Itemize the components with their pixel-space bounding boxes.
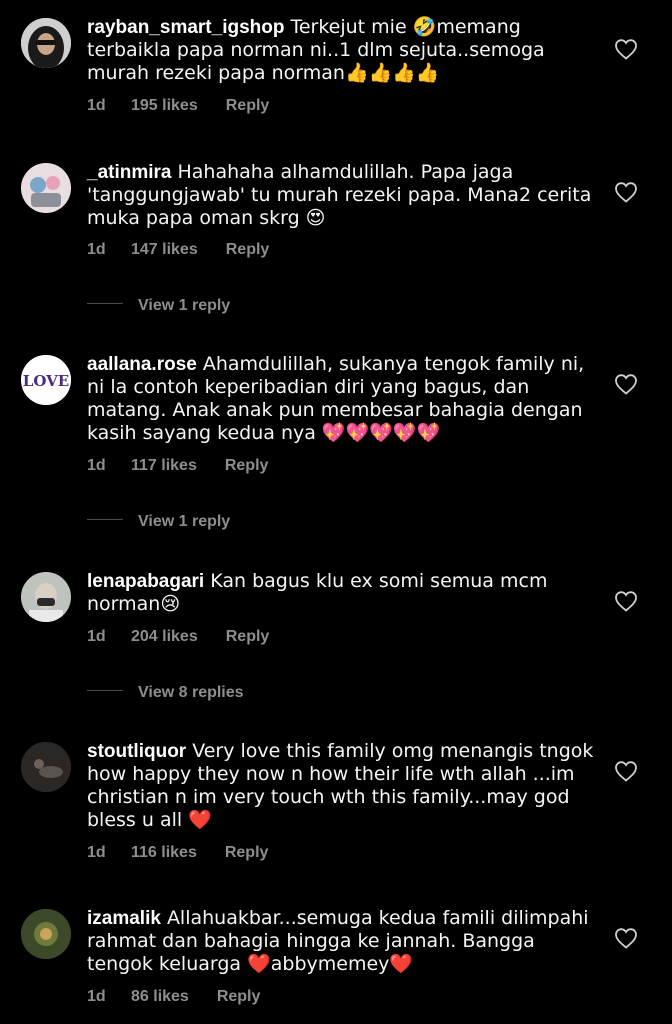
likes-count[interactable]: 204 likes (131, 628, 198, 646)
like-heart-icon[interactable] (614, 927, 638, 949)
dark-photo-avatar-icon (21, 742, 71, 792)
comment-age: 1d (87, 241, 106, 258)
nature-avatar-icon (21, 909, 71, 959)
reply-button[interactable]: Reply (226, 97, 270, 115)
view-replies-label: View 8 replies (138, 684, 244, 701)
like-heart-icon[interactable] (614, 760, 638, 782)
comment-username[interactable]: _atinmira (87, 162, 171, 183)
like-heart-icon[interactable] (614, 373, 638, 395)
reply-button[interactable]: Reply (217, 988, 261, 1006)
avatar[interactable]: LOVE (21, 355, 71, 405)
likes-count[interactable]: 195 likes (131, 97, 198, 115)
avatar[interactable] (21, 572, 71, 622)
avatar[interactable] (21, 163, 71, 213)
like-heart-icon[interactable] (614, 38, 638, 60)
avatar[interactable] (21, 909, 71, 959)
comment-username[interactable]: stoutliquor (87, 741, 186, 762)
view-replies-label: View 1 reply (138, 513, 231, 530)
avatar[interactable] (21, 18, 71, 68)
reply-thread-line (87, 690, 123, 692)
comment-age: 1d (87, 457, 106, 474)
comment-text: aallana.rose Ahamdulillah, sukanya tengok… (87, 353, 597, 445)
likes-count[interactable]: 117 likes (131, 457, 197, 475)
reply-thread-line (87, 303, 123, 305)
cartoon-avatar-icon (21, 163, 71, 213)
comment-text: stoutliquor Very love this family omg men… (87, 740, 597, 832)
love-logo-avatar-icon: LOVE (21, 355, 71, 405)
comment-text: _atinmira Hahahaha alhamdulillah. Papa ja… (87, 161, 597, 230)
masked-person-avatar-icon (21, 572, 71, 622)
view-replies-label: View 1 reply (138, 297, 231, 314)
comment-username[interactable]: rayban_smart_igshop (87, 17, 284, 38)
reply-button[interactable]: Reply (225, 457, 269, 475)
likes-count[interactable]: 86 likes (131, 988, 189, 1006)
comment-age: 1d (87, 97, 106, 114)
comment-meta: 1d 147 likes Reply (87, 241, 269, 259)
comment-username[interactable]: lenapabagari (87, 571, 204, 592)
view-replies-button[interactable]: View 8 replies (87, 684, 244, 704)
comment-meta: 1d 86 likes Reply (87, 988, 260, 1006)
avatar[interactable] (21, 742, 71, 792)
comment-text: izamalik Allahuakbar...semuga kedua famil… (87, 907, 597, 976)
comment-meta: 1d 195 likes Reply (87, 97, 269, 115)
comment-text: rayban_smart_igshop Terkejut mie 🤣memang … (87, 16, 597, 85)
view-replies-button[interactable]: View 1 reply (87, 297, 230, 317)
comment-meta: 1d 116 likes Reply (87, 844, 268, 862)
like-heart-icon[interactable] (614, 590, 638, 612)
comment-meta: 1d 204 likes Reply (87, 628, 269, 646)
comment-age: 1d (87, 628, 106, 645)
reply-thread-line (87, 519, 123, 521)
comment-body: Allahuakbar...semuga kedua famili dilimp… (87, 907, 589, 975)
comment-age: 1d (87, 844, 106, 861)
comment-age: 1d (87, 988, 106, 1005)
reply-button[interactable]: Reply (225, 844, 269, 862)
comment-username[interactable]: aallana.rose (87, 354, 197, 375)
svg-text:LOVE: LOVE (23, 372, 69, 390)
sunglasses-avatar-icon (21, 18, 71, 68)
view-replies-button[interactable]: View 1 reply (87, 513, 230, 533)
comment-meta: 1d 117 likes Reply (87, 457, 268, 475)
likes-count[interactable]: 116 likes (131, 844, 197, 862)
like-heart-icon[interactable] (614, 181, 638, 203)
reply-button[interactable]: Reply (226, 628, 270, 646)
comment-username[interactable]: izamalik (87, 908, 161, 929)
reply-button[interactable]: Reply (226, 241, 270, 259)
likes-count[interactable]: 147 likes (131, 241, 198, 259)
comment-text: lenapabagari Kan bagus klu ex somi semua … (87, 570, 597, 616)
